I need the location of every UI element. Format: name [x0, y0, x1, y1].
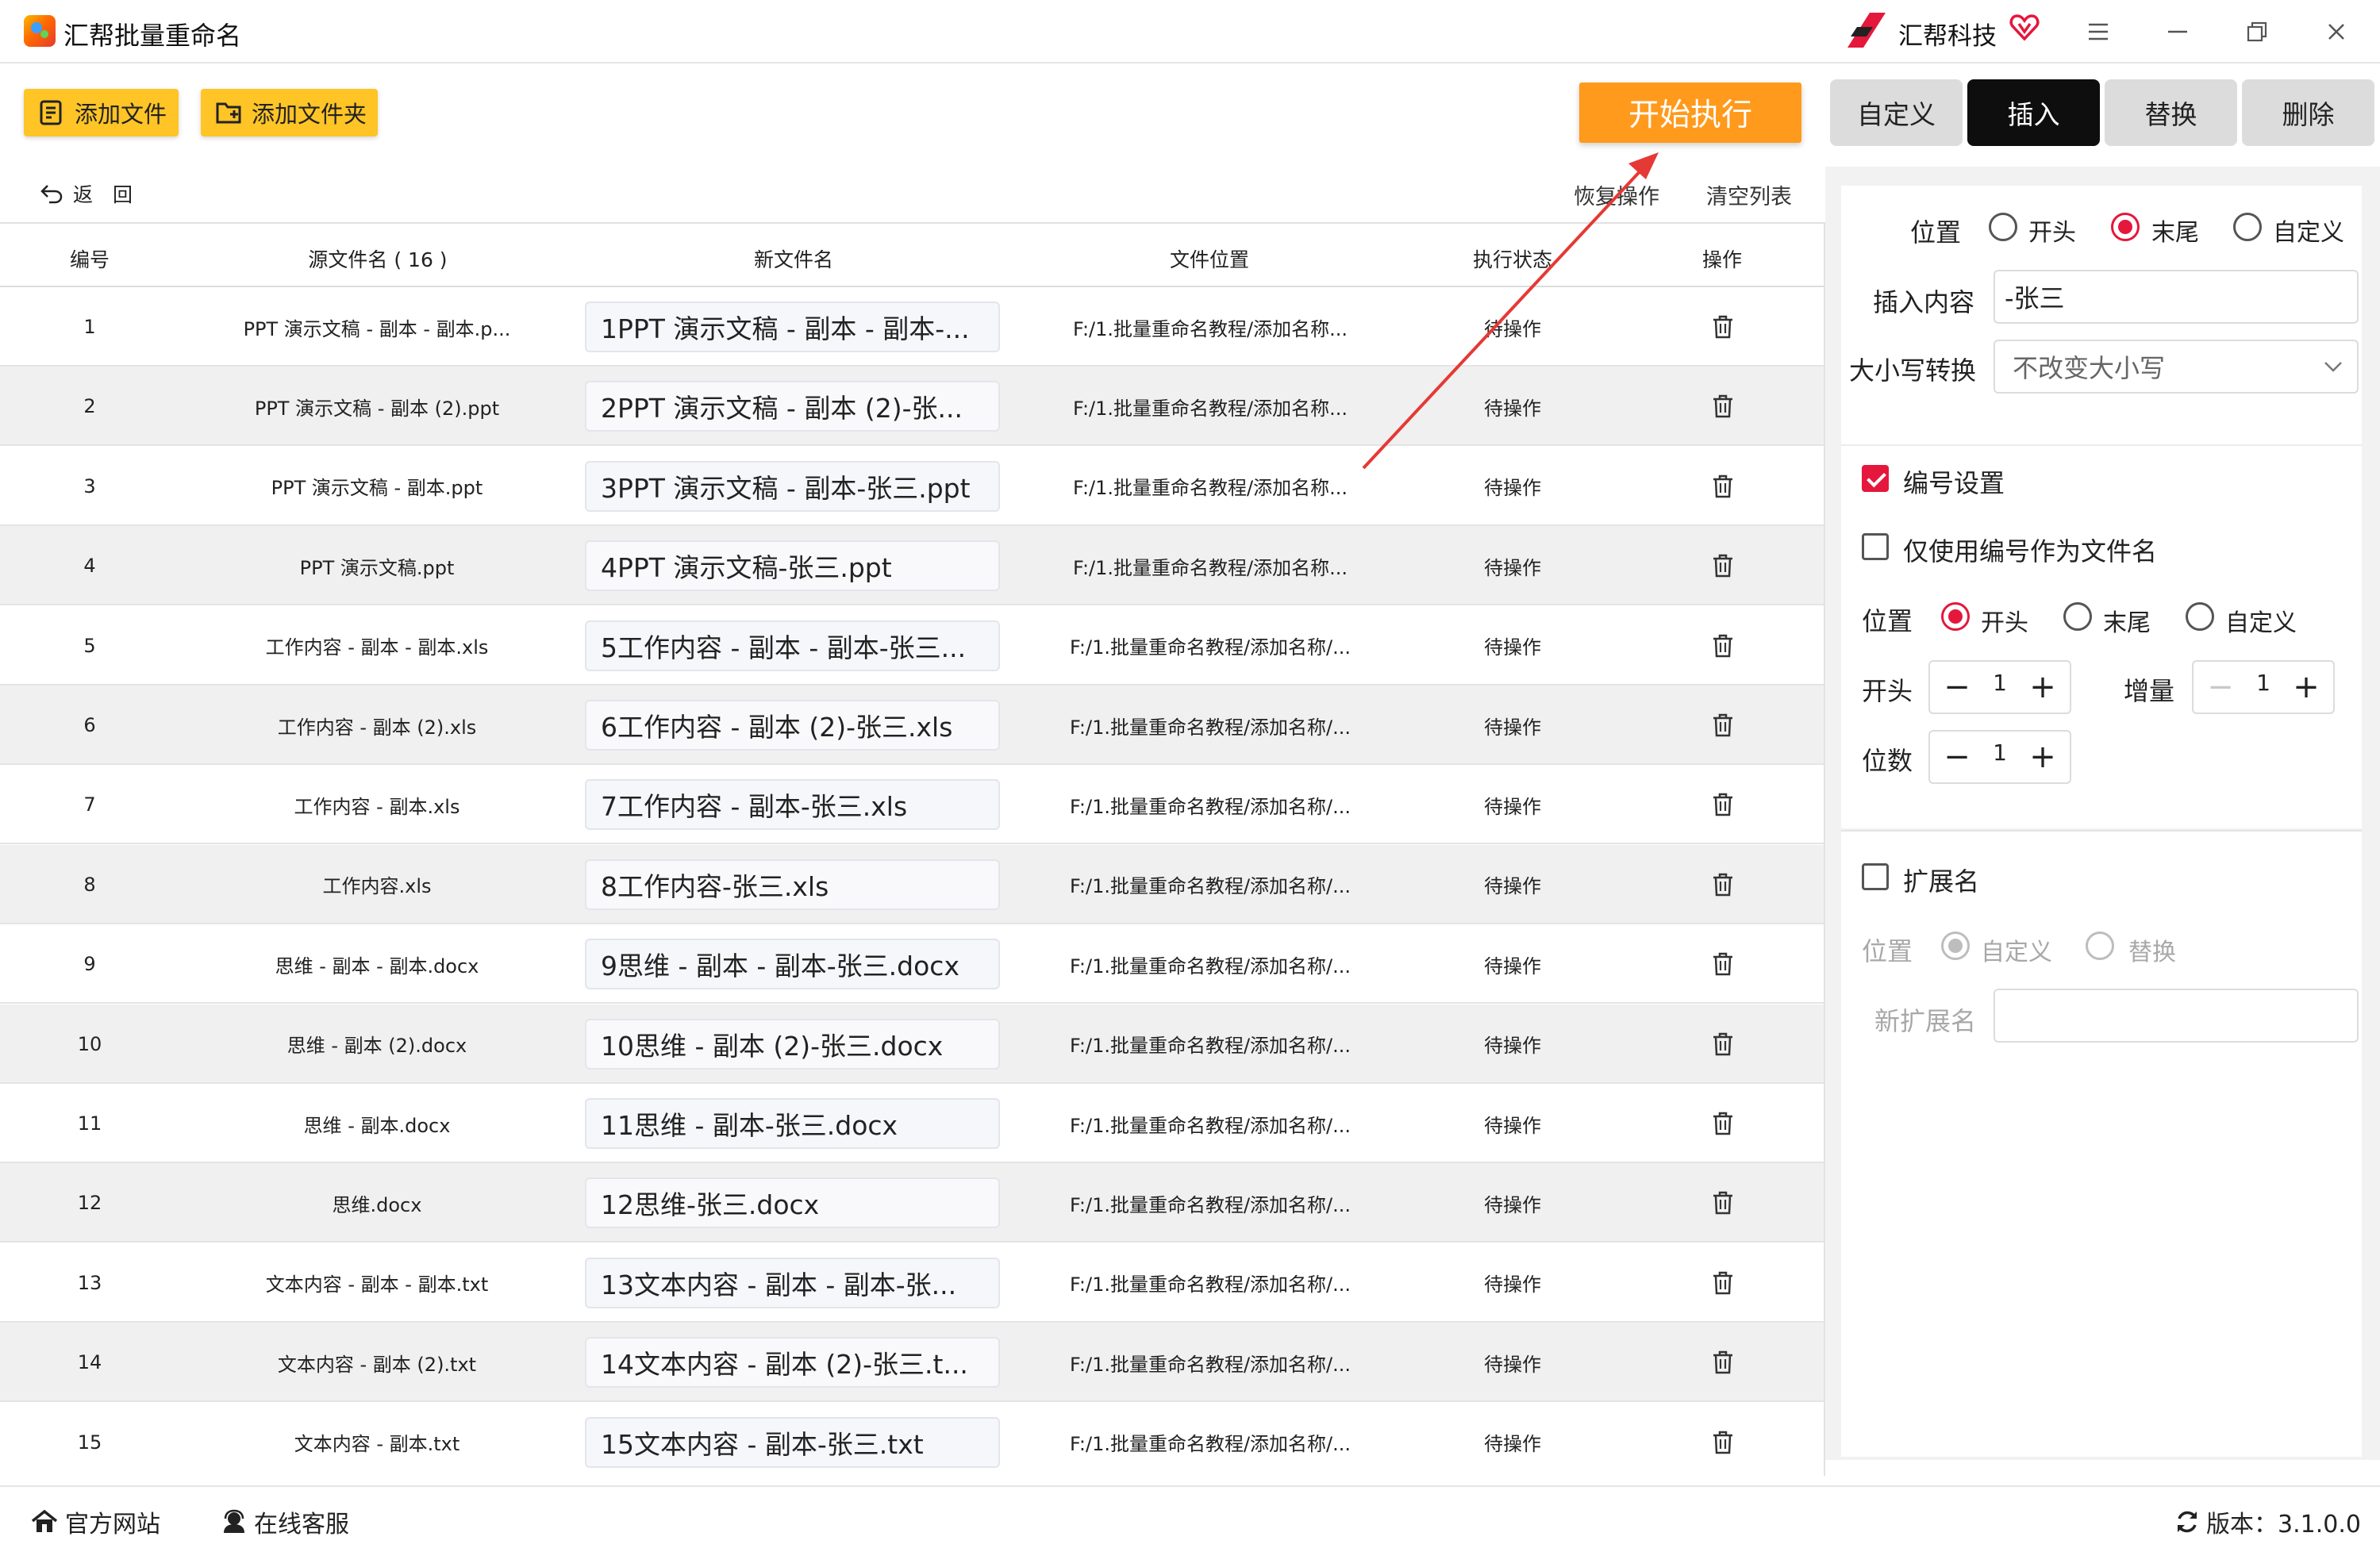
extension-enable-checkbox[interactable] [1862, 863, 1889, 890]
increment-decrement-button[interactable]: − [2198, 662, 2243, 713]
position-start-label: 开头 [2028, 219, 2076, 247]
increment-label: 增量 [2124, 676, 2175, 706]
position-custom-label: 自定义 [2273, 219, 2344, 247]
start-value[interactable]: 1 [1978, 670, 2022, 696]
numbering-position-end-label: 末尾 [2103, 609, 2151, 637]
insert-content-input[interactable]: -张三 [1994, 270, 2359, 324]
version-info: 版本：3.1.0.0 [2174, 1504, 2361, 1539]
chevron-down-icon [2324, 362, 2342, 372]
insert-settings-card: 位置 开头 末尾 自定义 插入内容 -张三 大小写转换 不改变大小写 [1841, 186, 2362, 444]
numbering-position-custom-label: 自定义 [2225, 609, 2297, 637]
increment-value[interactable]: 1 [2241, 670, 2286, 696]
digits-decrement-button[interactable]: − [1935, 732, 1979, 782]
refresh-icon [2178, 1511, 2197, 1533]
digits-stepper: − 1 + [1928, 730, 2071, 784]
extension-position-label: 位置 [1862, 936, 1913, 966]
start-decrement-button[interactable]: − [1935, 662, 1979, 713]
only-number-checkbox[interactable] [1862, 533, 1889, 560]
position-label: 位置 [1910, 217, 1962, 248]
start-increment-button[interactable]: + [2021, 662, 2065, 713]
online-support-link[interactable]: 在线客服 [221, 1504, 349, 1539]
increment-increment-button[interactable]: + [2284, 662, 2328, 713]
extension-settings-card: 扩展名 位置 自定义 替换 新扩展名 [1841, 830, 2362, 1457]
extension-position-replace-label: 替换 [2128, 939, 2176, 966]
numbering-position-start-label: 开头 [1981, 609, 2028, 637]
customer-service-icon [224, 1509, 244, 1533]
numbering-settings-card: 编号设置 仅使用编号作为文件名 位置 开头 末尾 自定义 开头 − 1 + 增量… [1841, 444, 2362, 828]
case-convert-label: 大小写转换 [1849, 355, 1977, 386]
case-convert-value: 不改变大小写 [2013, 353, 2166, 383]
extension-position-custom-label: 自定义 [1981, 939, 2052, 966]
official-website-label: 官方网站 [65, 1511, 160, 1538]
start-value-label: 开头 [1862, 676, 1913, 706]
new-extension-input[interactable] [1994, 989, 2359, 1043]
position-end-label: 末尾 [2151, 219, 2199, 247]
increment-stepper: − 1 + [2192, 660, 2335, 714]
digits-label: 位数 [1862, 746, 1913, 776]
version-label: 版本：3.1.0.0 [2206, 1511, 2361, 1538]
extension-position-replace-radio[interactable] [2086, 931, 2114, 960]
numbering-position-end-radio[interactable] [2063, 602, 2092, 631]
start-value-stepper: − 1 + [1928, 660, 2071, 714]
numbering-enable-checkbox[interactable] [1862, 465, 1889, 492]
extension-enable-label: 扩展名 [1903, 866, 1980, 897]
online-support-label: 在线客服 [254, 1511, 349, 1538]
numbering-enable-label: 编号设置 [1903, 468, 2005, 498]
new-extension-label: 新扩展名 [1874, 1006, 1977, 1036]
position-end-radio[interactable] [2111, 213, 2140, 241]
insert-content-label: 插入内容 [1873, 287, 1975, 317]
digits-increment-button[interactable]: + [2021, 732, 2065, 782]
position-start-radio[interactable] [1989, 213, 2017, 241]
numbering-position-start-radio[interactable] [1941, 602, 1970, 631]
status-bar: 官方网站 在线客服 版本：3.1.0.0 [0, 1485, 2380, 1548]
extension-position-custom-radio[interactable] [1941, 931, 1970, 960]
only-number-label: 仅使用编号作为文件名 [1903, 536, 2158, 567]
numbering-position-custom-radio[interactable] [2186, 602, 2214, 631]
digits-value[interactable]: 1 [1978, 739, 2022, 766]
position-custom-radio[interactable] [2233, 213, 2262, 241]
official-website-link[interactable]: 官方网站 [30, 1504, 160, 1539]
numbering-position-label: 位置 [1862, 606, 1913, 636]
case-convert-select[interactable]: 不改变大小写 [1994, 340, 2359, 394]
home-icon [31, 1509, 58, 1532]
